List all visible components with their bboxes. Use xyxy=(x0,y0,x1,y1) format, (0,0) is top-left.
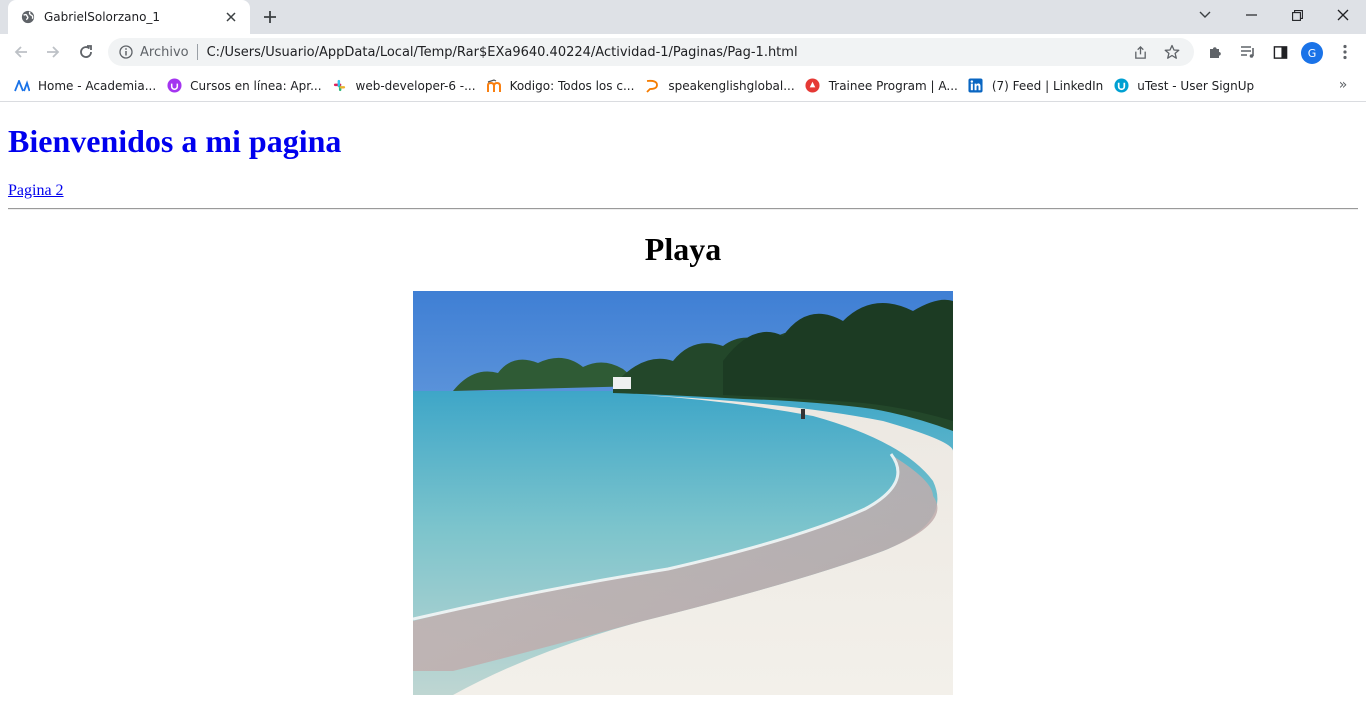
beach-image xyxy=(413,291,953,695)
moodle-icon xyxy=(486,78,502,94)
udemy-icon xyxy=(166,78,182,94)
slack-icon xyxy=(332,78,348,94)
speak-icon xyxy=(644,78,660,94)
tab-search-chevron-icon[interactable] xyxy=(1192,4,1218,26)
extensions-puzzle-icon[interactable] xyxy=(1203,39,1229,65)
bookmark-label: speakenglishglobal... xyxy=(668,78,795,93)
side-panel-icon[interactable] xyxy=(1267,39,1293,65)
more-bookmarks-chevron-icon[interactable]: » xyxy=(1332,74,1354,96)
share-icon[interactable] xyxy=(1128,40,1152,64)
bookmark-udemy[interactable]: Cursos en línea: Apr... xyxy=(164,74,327,98)
bookmark-label: Cursos en línea: Apr... xyxy=(190,78,322,93)
bookmarks-bar: Home - Academia... Cursos en línea: Apr.… xyxy=(0,70,1366,102)
active-tab[interactable]: GabrielSolorzano_1 xyxy=(8,0,250,34)
bookmark-label: (7) Feed | LinkedIn xyxy=(991,78,1104,93)
bookmark-speakenglish[interactable]: speakenglishglobal... xyxy=(642,74,800,98)
trainee-icon xyxy=(805,78,821,94)
bookmark-academia[interactable]: Home - Academia... xyxy=(12,74,162,98)
reload-button[interactable] xyxy=(73,39,99,65)
minimize-icon[interactable] xyxy=(1238,4,1264,26)
back-button[interactable] xyxy=(8,39,34,65)
page-heading: Bienvenidos a mi pagina xyxy=(8,123,342,159)
bookmark-utest[interactable]: uTest - User SignUp xyxy=(1111,74,1260,98)
bookmark-label: Trainee Program | A... xyxy=(828,78,958,93)
bookmark-label: Home - Academia... xyxy=(38,78,157,93)
title-bar: GabrielSolorzano_1 xyxy=(0,0,1366,34)
new-tab-button[interactable] xyxy=(259,6,281,28)
bookmark-trainee[interactable]: Trainee Program | A... xyxy=(803,74,964,98)
tab-title: GabrielSolorzano_1 xyxy=(44,10,161,24)
omnibox-separator xyxy=(196,44,198,60)
address-bar[interactable]: Archivo C:/Users/Usuario/AppData/Local/T… xyxy=(108,38,1194,66)
linkedin-icon xyxy=(968,78,984,94)
utest-icon xyxy=(1113,78,1129,94)
close-window-icon[interactable] xyxy=(1330,4,1356,26)
media-queue-icon[interactable] xyxy=(1235,39,1261,65)
bookmark-kodigo[interactable]: Kodigo: Todos los c... xyxy=(484,74,641,98)
bookmark-label: uTest - User SignUp xyxy=(1137,78,1255,93)
section-title: Playa xyxy=(644,231,722,267)
close-tab-icon[interactable] xyxy=(222,8,240,26)
menu-kebab-icon[interactable] xyxy=(1332,39,1358,65)
browser-toolbar: Archivo C:/Users/Usuario/AppData/Local/T… xyxy=(0,34,1366,70)
globe-icon xyxy=(20,9,36,25)
file-scheme-chip[interactable]: Archivo xyxy=(140,45,189,60)
page-content: Bienvenidos a mi pagina Pagina 2 Playa xyxy=(0,103,1366,728)
forward-button[interactable] xyxy=(40,39,66,65)
bookmark-slack[interactable]: web-developer-6 -... xyxy=(330,74,482,98)
url-text[interactable]: C:/Users/Usuario/AppData/Local/Temp/Rar$… xyxy=(207,45,1120,60)
info-icon[interactable] xyxy=(118,44,134,60)
bookmark-label: Kodigo: Todos los c... xyxy=(509,78,635,93)
horizontal-rule xyxy=(8,208,1358,210)
bookmark-label: web-developer-6 -... xyxy=(355,78,476,93)
pagina-2-link[interactable]: Pagina 2 xyxy=(8,182,64,200)
profile-avatar[interactable]: G xyxy=(1301,42,1323,64)
bookmark-star-icon[interactable] xyxy=(1160,40,1184,64)
academia-icon xyxy=(14,78,30,94)
bookmark-linkedin[interactable]: (7) Feed | LinkedIn xyxy=(966,74,1109,98)
restore-icon[interactable] xyxy=(1284,4,1310,26)
